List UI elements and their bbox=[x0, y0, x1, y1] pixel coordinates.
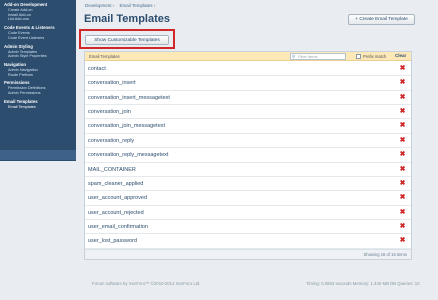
delete-icon[interactable]: ✖ bbox=[399, 122, 406, 129]
breadcrumb-item-email-templates[interactable]: Email Templates › bbox=[120, 3, 156, 8]
template-row: user_account_approved ✖ bbox=[85, 191, 411, 206]
delete-icon[interactable]: ✖ bbox=[399, 137, 406, 144]
panel-header-label: Email Templates bbox=[89, 54, 120, 59]
sidebar-item[interactable]: Route Prefixes bbox=[4, 73, 76, 78]
template-link[interactable]: conversation_insert bbox=[88, 80, 136, 86]
delete-icon[interactable]: ✖ bbox=[399, 65, 406, 72]
delete-icon[interactable]: ✖ bbox=[399, 151, 406, 158]
template-row: spam_cleaner_applied ✖ bbox=[85, 177, 411, 192]
sidebar-groups: Add-on Development Create Add-on Install A… bbox=[0, 2, 76, 109]
template-link[interactable]: user_account_rejected bbox=[88, 210, 144, 216]
delete-icon[interactable]: ✖ bbox=[399, 108, 406, 115]
template-row: conversation_insert_messagetext ✖ bbox=[85, 91, 411, 106]
delete-icon[interactable]: ✖ bbox=[399, 223, 406, 230]
template-row: user_email_confirmation ✖ bbox=[85, 220, 411, 235]
footer-copyright[interactable]: Forum software by XenForo™ ©2010-2012 Xe… bbox=[92, 281, 201, 286]
template-link[interactable]: conversation_join bbox=[88, 109, 131, 115]
delete-icon[interactable]: ✖ bbox=[399, 194, 406, 201]
breadcrumb-item-development[interactable]: Development › bbox=[85, 3, 114, 8]
sidebar: Add-on Development Create Add-on Install A… bbox=[0, 0, 76, 161]
sidebar-group: Code Events & Listeners Code Events Code E… bbox=[0, 25, 76, 40]
create-email-template-button[interactable]: + Create Email Template bbox=[348, 14, 415, 25]
clear-filter-button[interactable]: Clear bbox=[395, 53, 406, 58]
sidebar-selection-highlight bbox=[0, 150, 76, 160]
template-link[interactable]: conversation_reply bbox=[88, 138, 134, 144]
breadcrumb: Development › Email Templates › bbox=[85, 3, 159, 8]
sidebar-group: Add-on Development Create Add-on Install A… bbox=[0, 2, 76, 22]
filter-placeholder: Filter items bbox=[298, 54, 318, 59]
template-link[interactable]: conversation_join_messagetext bbox=[88, 123, 165, 129]
delete-icon[interactable]: ✖ bbox=[399, 79, 406, 86]
template-list: contact ✖ conversation_insert ✖ conversation… bbox=[85, 62, 411, 249]
email-templates-panel: Email Templates ⚲ Filter items Prefix ma… bbox=[84, 51, 412, 260]
template-row: conversation_reply ✖ bbox=[85, 134, 411, 149]
prefix-match-label: Prefix match bbox=[363, 54, 387, 59]
delete-icon[interactable]: ✖ bbox=[399, 94, 406, 101]
template-link[interactable]: user_lost_password bbox=[88, 238, 137, 244]
template-link[interactable]: conversation_reply_messagetext bbox=[88, 152, 168, 158]
sidebar-item[interactable]: Admin Permissions bbox=[4, 91, 76, 96]
delete-icon[interactable]: ✖ bbox=[399, 180, 406, 187]
panel-footer: Showing 16 of 16 items bbox=[85, 249, 411, 259]
panel-header: Email Templates ⚲ Filter items Prefix ma… bbox=[85, 52, 411, 61]
sidebar-group: Permissions Permission Definitions Admin P… bbox=[0, 80, 76, 95]
template-link[interactable]: spam_cleaner_applied bbox=[88, 181, 143, 187]
sidebar-group: Admin Styling Admin Templates Admin Style … bbox=[0, 44, 76, 59]
template-link[interactable]: MAIL_CONTAINER bbox=[88, 167, 136, 173]
sidebar-group: Email Templates Email Templates bbox=[0, 99, 76, 110]
delete-icon[interactable]: ✖ bbox=[399, 237, 406, 244]
filter-icon: ⚲ bbox=[292, 54, 296, 59]
template-link[interactable]: user_email_confirmation bbox=[88, 224, 148, 230]
delete-icon[interactable]: ✖ bbox=[399, 209, 406, 216]
template-row: user_account_rejected ✖ bbox=[85, 206, 411, 220]
template-row: MAIL_CONTAINER ✖ bbox=[85, 163, 411, 177]
template-row: contact ✖ bbox=[85, 62, 411, 77]
template-row: conversation_join ✖ bbox=[85, 105, 411, 120]
sidebar-item[interactable]: Code Event Listeners bbox=[4, 36, 76, 41]
template-row: conversation_reply_messagetext ✖ bbox=[85, 148, 411, 163]
template-row: conversation_insert ✖ bbox=[85, 76, 411, 91]
template-link[interactable]: conversation_insert_messagetext bbox=[88, 95, 170, 101]
template-link[interactable]: contact bbox=[88, 66, 106, 72]
delete-icon[interactable]: ✖ bbox=[399, 166, 406, 173]
showing-count: Showing 16 of 16 items bbox=[363, 252, 407, 257]
show-customizable-templates-button[interactable]: Show Customizable Templates bbox=[85, 35, 169, 45]
filter-input[interactable]: ⚲ Filter items bbox=[290, 53, 346, 60]
sidebar-group: Navigation Admin Navigation Route Prefixes bbox=[0, 62, 76, 77]
sidebar-item[interactable]: List Add-ons bbox=[4, 17, 76, 22]
page-title: Email Templates bbox=[84, 13, 170, 25]
template-row: conversation_join_messagetext ✖ bbox=[85, 119, 411, 134]
template-row: user_lost_password ✖ bbox=[85, 234, 411, 249]
sidebar-item[interactable]: Admin Style Properties bbox=[4, 54, 76, 59]
sidebar-item[interactable]: Email Templates bbox=[4, 105, 76, 110]
prefix-match-checkbox[interactable] bbox=[356, 54, 361, 59]
footer-timing: Timing: 0.0863 seconds Memory: 1.440 MB … bbox=[306, 281, 420, 286]
template-link[interactable]: user_account_approved bbox=[88, 195, 147, 201]
